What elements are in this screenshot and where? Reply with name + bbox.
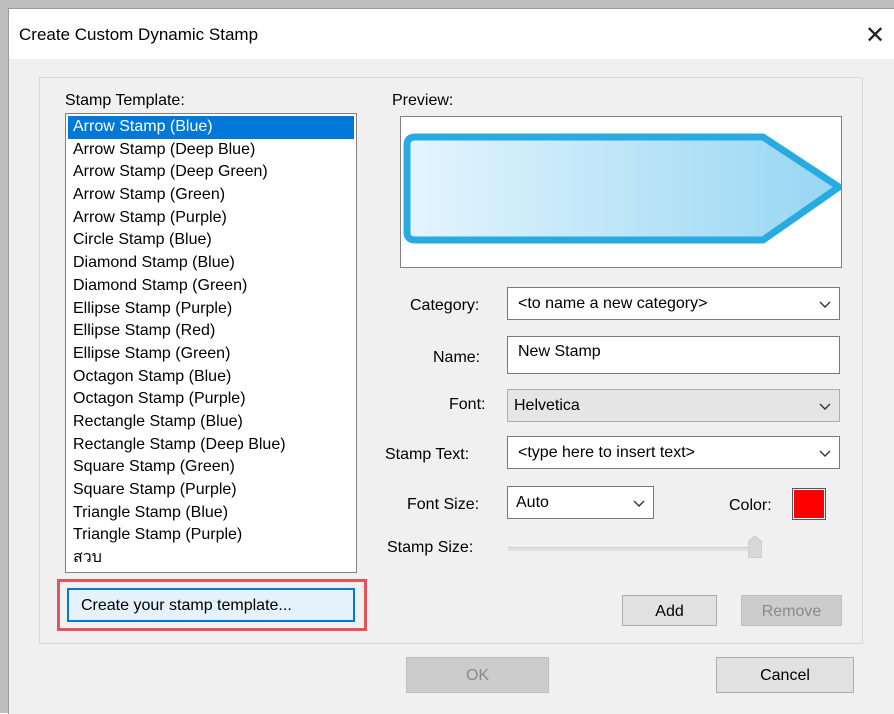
font-label: Font:: [449, 396, 486, 413]
list-item[interactable]: สวบ: [66, 547, 356, 570]
name-label: Name:: [433, 349, 481, 366]
category-dropdown[interactable]: <to name a new category>: [507, 287, 840, 320]
create-stamp-template-button[interactable]: Create your stamp template...: [67, 588, 355, 622]
list-item[interactable]: Ellipse Stamp (Purple): [66, 298, 356, 321]
list-item[interactable]: Arrow Stamp (Deep Blue): [66, 139, 356, 162]
add-button[interactable]: Add: [622, 595, 717, 626]
stamp-size-slider-track[interactable]: [508, 547, 762, 551]
category-label: Category:: [410, 297, 480, 314]
chevron-down-icon: [819, 301, 831, 308]
stamp-text-value: <type here to insert text>: [518, 444, 695, 461]
list-item[interactable]: Square Stamp (Purple): [66, 479, 356, 502]
color-label: Color:: [729, 497, 772, 514]
remove-button[interactable]: Remove: [741, 595, 842, 626]
list-item[interactable]: Square Stamp (Green): [66, 456, 356, 479]
list-item[interactable]: Circle Stamp (Blue): [66, 229, 356, 252]
dialog-window: Create Custom Dynamic Stamp ✕ Stamp Temp…: [8, 8, 894, 714]
font-size-label: Font Size:: [407, 496, 480, 513]
close-icon[interactable]: ✕: [855, 17, 894, 53]
stamp-options-group: Stamp Template: Arrow Stamp (Blue) Arrow …: [39, 77, 863, 644]
font-size-value: Auto: [516, 494, 549, 511]
category-value: <to name a new category>: [518, 295, 708, 312]
list-item[interactable]: Arrow Stamp (Deep Green): [66, 161, 356, 184]
chevron-down-icon: [819, 403, 831, 410]
font-size-dropdown[interactable]: Auto: [507, 486, 654, 519]
list-item[interactable]: Ellipse Stamp (Green): [66, 343, 356, 366]
preview-label: Preview:: [392, 92, 454, 109]
list-item[interactable]: Diamond Stamp (Green): [66, 275, 356, 298]
name-value: New Stamp: [518, 343, 601, 360]
dialog-title: Create Custom Dynamic Stamp: [19, 25, 259, 44]
list-item[interactable]: Ellipse Stamp (Red): [66, 320, 356, 343]
title-bar: Create Custom Dynamic Stamp ✕: [9, 9, 894, 59]
font-value: Helvetica: [514, 397, 580, 414]
stamp-template-list[interactable]: Arrow Stamp (Blue) Arrow Stamp (Deep Blue…: [65, 113, 357, 573]
stamp-size-label: Stamp Size:: [387, 539, 474, 556]
list-item[interactable]: Octagon Stamp (Purple): [66, 388, 356, 411]
list-item[interactable]: Octagon Stamp (Blue): [66, 366, 356, 389]
list-item[interactable]: Triangle Stamp (Blue): [66, 502, 356, 525]
font-dropdown[interactable]: Helvetica: [507, 389, 840, 422]
stamp-text-label: Stamp Text:: [385, 446, 470, 463]
color-swatch[interactable]: [792, 488, 826, 520]
stamp-size-slider-thumb[interactable]: [748, 536, 762, 558]
stamp-template-label: Stamp Template:: [65, 92, 185, 109]
arrow-stamp-icon: [403, 133, 841, 244]
list-item[interactable]: Rectangle Stamp (Deep Blue): [66, 434, 356, 457]
list-item[interactable]: Arrow Stamp (Blue): [68, 116, 354, 139]
stamp-text-dropdown[interactable]: <type here to insert text>: [507, 436, 840, 469]
list-item[interactable]: Arrow Stamp (Purple): [66, 207, 356, 230]
chevron-down-icon: [819, 450, 831, 457]
stamp-preview: [400, 116, 842, 268]
cancel-button[interactable]: Cancel: [716, 657, 854, 693]
list-item[interactable]: Arrow Stamp (Green): [66, 184, 356, 207]
list-item[interactable]: Triangle Stamp (Purple): [66, 524, 356, 547]
create-template-highlight: Create your stamp template...: [57, 579, 367, 631]
ok-button[interactable]: OK: [406, 657, 549, 693]
name-input[interactable]: New Stamp: [507, 336, 840, 374]
window-shadow-top: [0, 0, 894, 8]
list-item[interactable]: Rectangle Stamp (Blue): [66, 411, 356, 434]
chevron-down-icon: [633, 500, 645, 507]
list-item[interactable]: Diamond Stamp (Blue): [66, 252, 356, 275]
window-shadow-left: [0, 0, 8, 713]
